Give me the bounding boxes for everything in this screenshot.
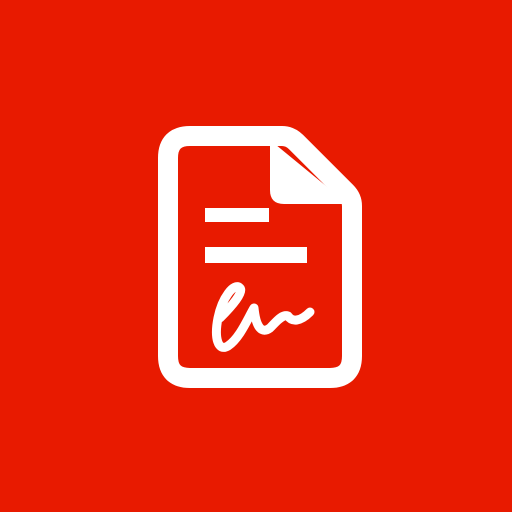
app-icon-tile[interactable] [0, 0, 512, 512]
signature-icon [211, 282, 315, 352]
text-line-long [205, 247, 307, 263]
signed-document-icon [158, 126, 362, 388]
text-line-short [205, 208, 269, 222]
